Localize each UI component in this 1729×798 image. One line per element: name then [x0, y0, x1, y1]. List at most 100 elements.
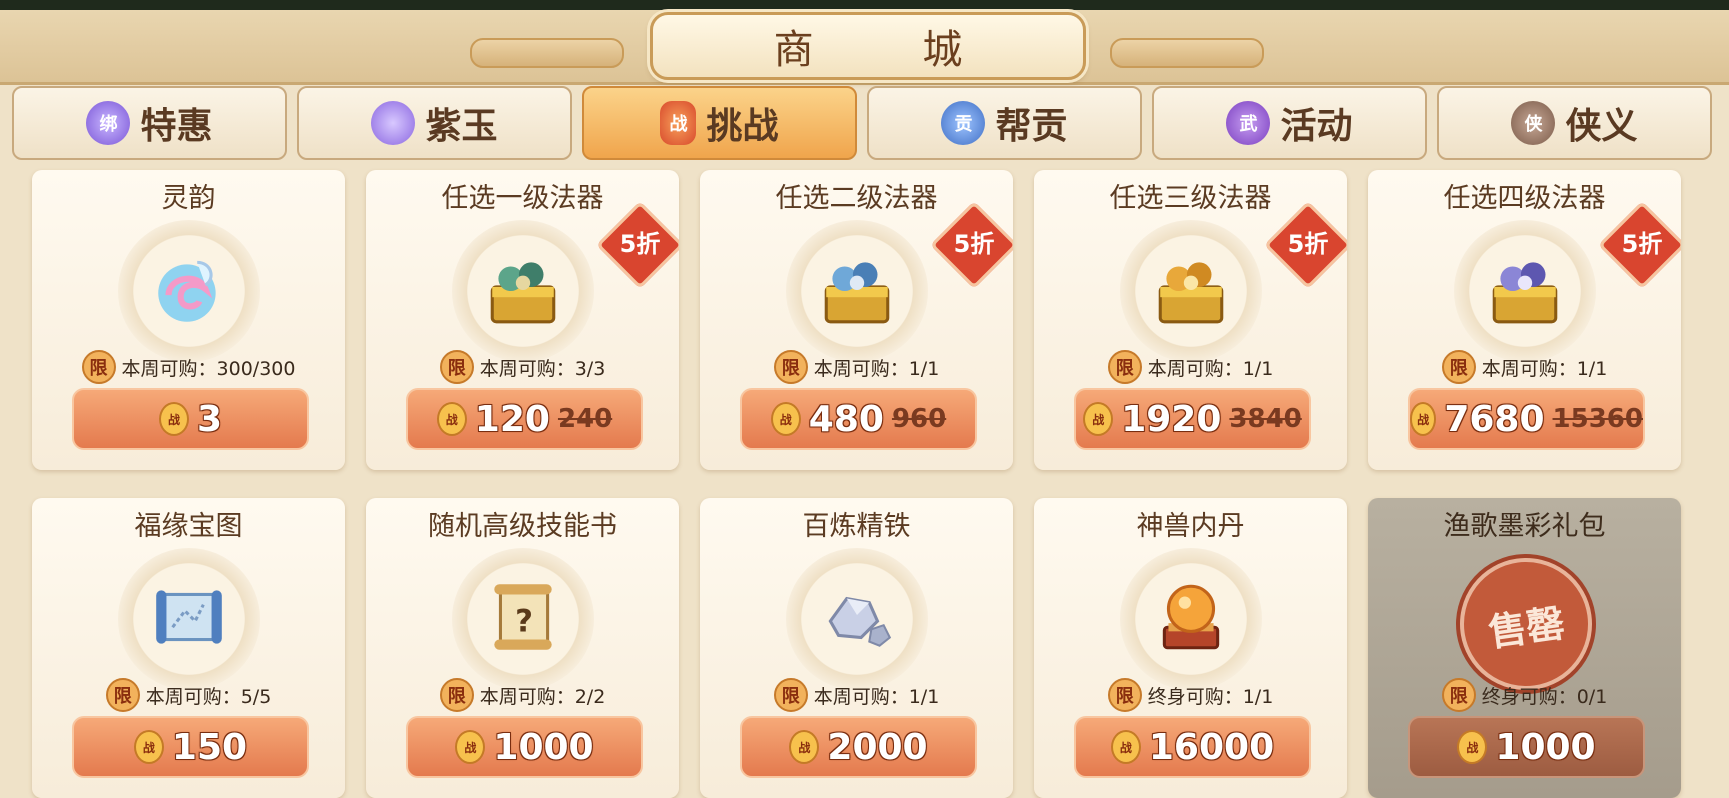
item-name: 随机高级技能书 [428, 511, 617, 542]
tab-label: 挑战 [706, 106, 779, 147]
limit-badge: 限 [439, 678, 474, 712]
battle-coin-icon: 战 [158, 402, 189, 436]
artifact-chest-purple-icon [1492, 262, 1558, 324]
original-price: 15360 [1552, 404, 1643, 434]
shop-item-card[interactable]: 随机高级技能书 ? 限 本周可购：2/2 战 1000 [366, 498, 679, 798]
limit-badge: 限 [773, 350, 808, 384]
buy-button[interactable]: 战 7680 15360 [1408, 388, 1645, 450]
tab-label: 特惠 [140, 106, 213, 147]
tab-label: 帮贡 [995, 106, 1068, 147]
price: 1920 [1121, 398, 1222, 440]
limit-text: 本周可购：1/1 [813, 685, 940, 708]
buy-button[interactable]: 战 2000 [740, 716, 977, 778]
buy-button[interactable]: 战 16000 [1074, 716, 1311, 778]
buy-button[interactable]: 战 3 [72, 388, 309, 450]
page-title: 商 城 [773, 27, 1011, 73]
battle-token-icon: 战 [660, 101, 697, 145]
purchase-limit: 限 本周可购：3/3 [366, 350, 679, 384]
battle-coin-icon: 战 [789, 730, 820, 764]
item-name: 福缘宝图 [134, 511, 243, 542]
purchase-limit: 限 本周可购：1/1 [700, 350, 1013, 384]
spirit-charm-icon [158, 260, 216, 322]
buy-button-disabled[interactable]: 战 1000 [1408, 716, 1645, 778]
left-cloud-ornament [470, 38, 624, 68]
limit-text: 本周可购：3/3 [479, 357, 606, 380]
battle-coin-icon: 战 [436, 402, 467, 436]
buy-button[interactable]: 战 1920 3840 [1074, 388, 1311, 450]
purchase-limit: 限 终身可购：0/1 [1368, 678, 1681, 712]
shop-item-card[interactable]: 神兽内丹 限 终身可购：1/1 战 16000 [1034, 498, 1347, 798]
item-name: 灵韵 [161, 183, 216, 214]
limit-badge: 限 [1441, 350, 1476, 384]
price: 480 [808, 398, 884, 440]
svg-text:?: ? [515, 603, 533, 639]
shop-item-card[interactable]: 福缘宝图 限 本周可购：5/5 战 150 [32, 498, 345, 798]
limit-badge: 限 [1441, 678, 1476, 712]
buy-button[interactable]: 战 1000 [406, 716, 643, 778]
item-name: 渔歌墨彩礼包 [1443, 511, 1606, 542]
price: 16000 [1148, 726, 1275, 768]
tab-special-offer[interactable]: 绑 特惠 [12, 86, 287, 160]
item-name: 百炼精铁 [802, 511, 911, 542]
mystery-skill-book-icon: ? [494, 584, 552, 650]
purchase-limit: 限 本周可购：2/2 [366, 678, 679, 712]
tab-challenge[interactable]: 战 挑战 [582, 86, 857, 160]
artifact-chest-blue-icon [824, 262, 890, 324]
limit-badge: 限 [773, 678, 808, 712]
tab-chivalry[interactable]: 侠 侠义 [1437, 86, 1712, 160]
shop-item-card[interactable]: 任选二级法器 5折 限 本周可购：1/1 战 480 960 [700, 170, 1013, 470]
battle-coin-icon: 战 [455, 730, 486, 764]
shop-header: 商 城 [0, 10, 1729, 85]
limit-badge: 限 [1107, 678, 1142, 712]
buy-button[interactable]: 战 480 960 [740, 388, 977, 450]
right-cloud-ornament [1110, 38, 1264, 68]
limit-badge: 限 [81, 350, 116, 384]
limit-badge: 限 [105, 678, 140, 712]
limit-text: 终身可购：0/1 [1481, 685, 1608, 708]
buy-button[interactable]: 战 150 [72, 716, 309, 778]
item-name: 神兽内丹 [1136, 511, 1245, 542]
purchase-limit: 限 本周可购：300/300 [32, 350, 345, 384]
purchase-limit: 限 本周可购：5/5 [32, 678, 345, 712]
original-price: 240 [557, 404, 613, 434]
limit-text: 本周可购：1/1 [1147, 357, 1274, 380]
title-plaque: 商 城 [650, 12, 1086, 80]
purple-jade-icon [371, 101, 416, 145]
battle-coin-icon: 战 [1457, 730, 1488, 764]
limit-text: 本周可购：2/2 [479, 685, 606, 708]
limit-text: 终身可购：1/1 [1147, 685, 1274, 708]
purchase-limit: 限 本周可购：1/1 [1368, 350, 1681, 384]
tab-guild-contribution[interactable]: 贡 帮贡 [867, 86, 1142, 160]
category-tabs: 绑 特惠 紫玉 战 挑战 贡 帮贡 武 活动 侠 侠义 [12, 86, 1717, 162]
shop-item-card[interactable]: 任选四级法器 5折 限 本周可购：1/1 战 7680 15360 [1368, 170, 1681, 470]
scene-background-strip [0, 0, 1729, 10]
limit-text: 本周可购：5/5 [145, 685, 272, 708]
shop-item-card[interactable]: 任选一级法器 5折 限 本周可购：3/3 战 120 240 [366, 170, 679, 470]
limit-text: 本周可购：300/300 [121, 357, 296, 380]
limit-text: 本周可购：1/1 [813, 357, 940, 380]
activity-token-icon: 武 [1226, 101, 1271, 145]
tab-activity[interactable]: 武 活动 [1152, 86, 1427, 160]
price: 120 [474, 398, 550, 440]
discount-text: 5折 [953, 230, 995, 258]
shop-item-card-sold-out[interactable]: 渔歌墨彩礼包 售罄 限 终身可购：0/1 战 1000 [1368, 498, 1681, 798]
discount-text: 5折 [619, 230, 661, 258]
purchase-limit: 限 本周可购：1/1 [1034, 350, 1347, 384]
discount-text: 5折 [1287, 230, 1329, 258]
limit-badge: 限 [1107, 350, 1142, 384]
shop-item-card[interactable]: 任选三级法器 5折 限 本周可购：1/1 战 1920 3840 [1034, 170, 1347, 470]
refined-iron-ore-icon [828, 596, 892, 647]
tab-purple-jade[interactable]: 紫玉 [297, 86, 572, 160]
price: 2000 [827, 726, 928, 768]
shop-item-card[interactable]: 百炼精铁 限 本周可购：1/1 战 2000 [700, 498, 1013, 798]
artifact-chest-gold-icon [1158, 262, 1224, 324]
buy-button[interactable]: 战 120 240 [406, 388, 643, 450]
tab-label: 紫玉 [425, 106, 498, 147]
treasure-map-scroll-icon [156, 590, 222, 644]
limit-badge: 限 [439, 350, 474, 384]
shop-item-card[interactable]: 灵韵 限 本周可购：300/300 战 3 [32, 170, 345, 470]
price: 1000 [1495, 726, 1596, 768]
sold-out-stamp: 售罄 [1451, 549, 1601, 699]
purchase-limit: 限 终身可购：1/1 [1034, 678, 1347, 712]
battle-coin-icon: 战 [770, 402, 801, 436]
